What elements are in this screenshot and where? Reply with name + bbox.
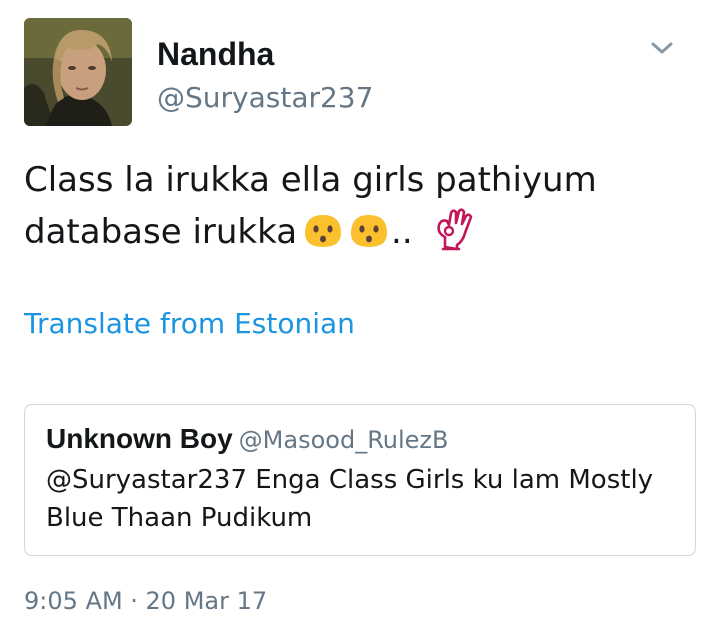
tweet-text-line-1: Class la irukka ella girls pathiyum	[24, 160, 597, 200]
tweet-text-line-2-suffix: ..	[391, 212, 413, 252]
author-avatar[interactable]	[24, 18, 132, 126]
hushed-face-icon	[305, 215, 342, 247]
quoted-tweet-card[interactable]: Unknown Boy @Masood_RulezB @Suryastar237 …	[24, 404, 696, 556]
tweet-text: Class la irukka ella girls pathiyum data…	[24, 154, 684, 258]
quoted-tweet-display-name: Unknown Boy	[46, 423, 233, 454]
quoted-tweet-handle: @Masood_RulezB	[238, 426, 449, 454]
tweet-menu-button[interactable]	[646, 34, 678, 62]
profile-photo	[24, 18, 132, 126]
tweet-timestamp[interactable]: 9:05 AM · 20 Mar 17	[24, 584, 267, 618]
tweet-text-line-2-prefix: database irukka	[24, 212, 298, 252]
hushed-face-icon	[351, 215, 388, 247]
tweet-text-line-2: database irukka ..	[24, 206, 684, 258]
author-handle[interactable]: @Suryastar237	[157, 80, 373, 116]
quoted-tweet-header: Unknown Boy @Masood_RulezB	[46, 421, 449, 458]
translate-link[interactable]: Translate from Estonian	[24, 304, 355, 344]
author-display-name[interactable]: Nandha	[157, 34, 274, 74]
ok-hand-icon	[436, 208, 472, 251]
chevron-down-icon	[651, 42, 673, 54]
quoted-tweet-text: @Suryastar237 Enga Class Girls ku lam Mo…	[46, 465, 654, 533]
